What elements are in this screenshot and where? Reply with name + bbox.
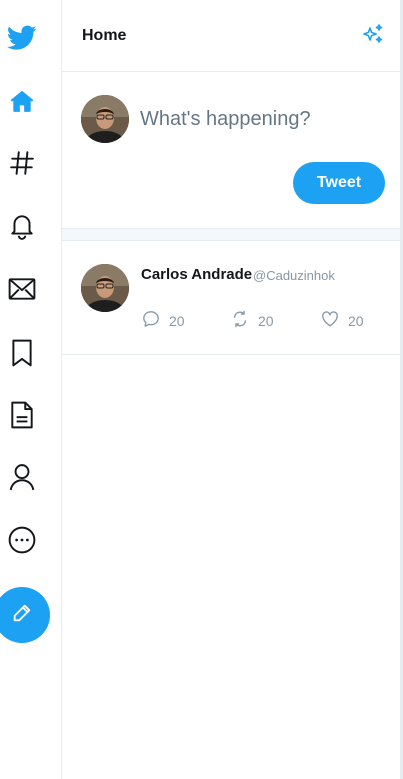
retweet-icon xyxy=(231,310,249,333)
main-timeline: Home Tweet Carlos Andrade @Caduzinhok 20 xyxy=(62,0,400,779)
hashtag-icon[interactable] xyxy=(0,141,44,185)
tweet-author-name[interactable]: Carlos Andrade xyxy=(141,266,252,283)
compose-tweet-button[interactable] xyxy=(0,587,50,643)
more-icon[interactable] xyxy=(0,518,44,562)
tweet-card[interactable]: Carlos Andrade @Caduzinhok 20 20 20 xyxy=(62,241,400,355)
comment-icon xyxy=(142,310,160,333)
user-icon[interactable] xyxy=(0,455,44,499)
like-count: 20 xyxy=(348,313,364,329)
like-button[interactable]: 20 xyxy=(321,310,364,333)
reply-button[interactable]: 20 xyxy=(142,310,185,333)
timeline-header: Home xyxy=(62,0,400,72)
bookmark-icon[interactable] xyxy=(0,331,44,375)
sparkle-icon[interactable] xyxy=(360,22,386,48)
reply-count: 20 xyxy=(169,313,185,329)
heart-icon xyxy=(321,310,339,333)
tweet-author-handle[interactable]: @Caduzinhok xyxy=(253,268,335,283)
document-icon[interactable] xyxy=(0,393,44,437)
feed-divider xyxy=(62,228,400,241)
compose-input[interactable] xyxy=(140,105,380,133)
home-icon[interactable] xyxy=(0,79,44,123)
tweet-composer: Tweet xyxy=(62,72,400,228)
retweet-button[interactable]: 20 xyxy=(231,310,274,333)
bell-icon[interactable] xyxy=(0,204,44,248)
retweet-count: 20 xyxy=(258,313,274,329)
avatar[interactable] xyxy=(81,264,129,312)
twitter-logo-icon[interactable] xyxy=(0,16,44,60)
pencil-icon xyxy=(11,602,33,629)
sidebar xyxy=(0,0,62,779)
tweet-button[interactable]: Tweet xyxy=(293,162,385,204)
avatar xyxy=(81,95,129,143)
envelope-icon[interactable] xyxy=(0,267,44,311)
page-title: Home xyxy=(82,27,127,44)
